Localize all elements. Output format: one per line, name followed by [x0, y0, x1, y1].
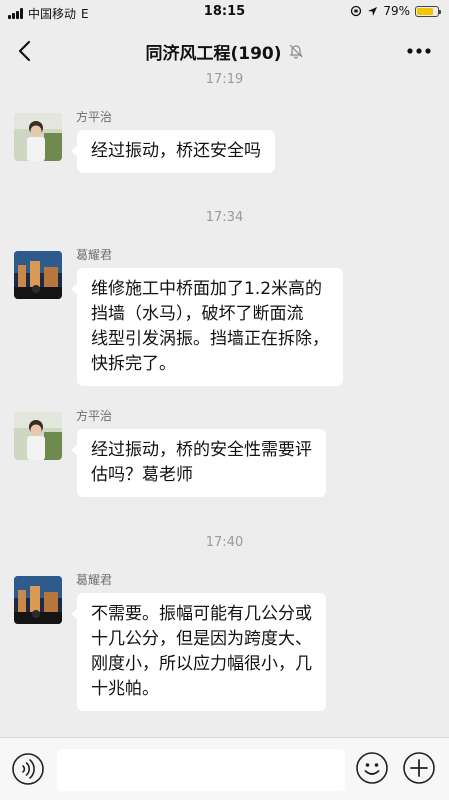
- battery-percent: 79%: [383, 4, 410, 18]
- avatar-ge[interactable]: [14, 576, 62, 624]
- mute-bell-icon: [289, 44, 302, 59]
- message-text: 维修施工中桥面加了1.2米高的: [91, 279, 323, 299]
- nav-title-wrap: 同济风工程(190): [0, 26, 449, 76]
- message-bubble[interactable]: 经过振动，桥的安全性需要评 估吗？葛老师: [71, 429, 326, 497]
- location-icon: [368, 6, 378, 16]
- message-text: 经过振动，桥的安全性需要评: [91, 440, 312, 460]
- avatar-fang[interactable]: [14, 113, 62, 161]
- message-input[interactable]: [57, 749, 345, 791]
- message-bubble[interactable]: 经过振动，桥还安全吗: [71, 130, 275, 173]
- timestamp-1740: 17:40: [205, 535, 244, 550]
- avatar-ge[interactable]: [14, 251, 62, 299]
- more-options-icon[interactable]: [403, 39, 435, 63]
- timestamp-1719: 17:19: [205, 72, 244, 87]
- message-text: 十几公分，但是因为跨度大、: [91, 629, 312, 649]
- voice-input-icon[interactable]: [11, 752, 45, 786]
- message-text: 估吗？葛老师: [91, 465, 193, 485]
- status-bar: 中国移动 E 18:15 79%: [0, 0, 449, 26]
- sender-name: 方平治: [76, 110, 113, 124]
- input-bar: [0, 737, 449, 800]
- status-right: 79%: [350, 4, 441, 18]
- sender-name: 方平治: [76, 409, 113, 423]
- orientation-lock-icon: [351, 5, 362, 17]
- message-text: 经过振动，桥还安全吗: [91, 141, 261, 161]
- nav-bar: 同济风工程(190): [0, 26, 449, 76]
- message-text: 十兆帕。: [91, 679, 159, 699]
- message-text: 不需要。振幅可能有几公分或: [91, 604, 312, 624]
- message-text: 刚度小，所以应力幅很小，几: [91, 654, 312, 674]
- message-text: 挡墙（水马），破坏了断面流: [91, 304, 304, 324]
- emoji-icon[interactable]: [355, 751, 389, 785]
- battery-icon: [415, 5, 441, 17]
- message-bubble[interactable]: 不需要。振幅可能有几公分或 十几公分，但是因为跨度大、 刚度小，所以应力幅很小，…: [71, 593, 326, 711]
- more-plus-icon[interactable]: [402, 751, 436, 785]
- avatar-fang[interactable]: [14, 412, 62, 460]
- timestamp-1734: 17:34: [205, 210, 244, 225]
- message-text: 线型引发涡振。挡墙正在拆除，: [91, 329, 329, 349]
- chat-title: 同济风工程(190): [145, 43, 282, 64]
- message-text: 快拆完了。: [91, 354, 176, 374]
- message-bubble[interactable]: 维修施工中桥面加了1.2米高的 挡墙（水马），破坏了断面流 线型引发涡振。挡墙正…: [71, 268, 343, 386]
- sender-name: 葛耀君: [76, 248, 113, 262]
- sender-name: 葛耀君: [76, 573, 113, 587]
